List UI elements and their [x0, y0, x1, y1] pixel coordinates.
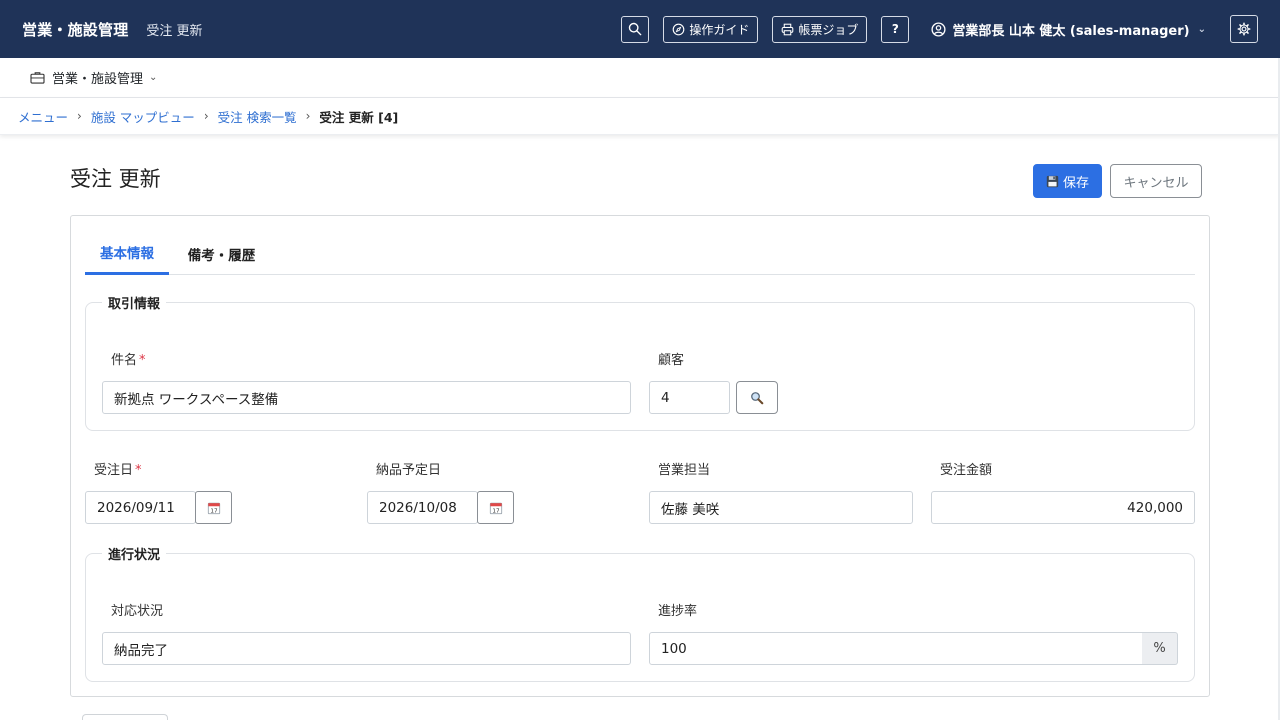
printer-icon	[782, 23, 794, 35]
customer-id-input[interactable]: 4	[649, 381, 730, 414]
progress-legend: 進行状況	[102, 544, 167, 563]
sales-rep-input[interactable]: 佐藤 美咲	[649, 491, 913, 524]
user-name: 営業部長 山本 健太 (sales-manager)	[952, 23, 1190, 39]
report-jobs-button[interactable]: 帳票ジョブ	[772, 15, 868, 43]
chevron-down-icon: ⌄	[1197, 23, 1206, 35]
order-date-label-text: 受注日	[94, 463, 134, 478]
module-nav: 営業・施設管理 ⌄	[0, 58, 1280, 98]
top-navbar: 営業・施設管理 受注 更新 操作ガイド 帳票ジョブ ? 営業部長 山本 健太 (…	[0, 0, 1280, 58]
briefcase-icon	[30, 72, 45, 84]
breadcrumb-link-facility-map[interactable]: 施設 マップビュー	[91, 107, 195, 126]
tab-bar: 基本情報 備考・履歴	[85, 232, 1195, 275]
breadcrumb-link-menu[interactable]: メニュー	[18, 107, 68, 126]
search-icon	[629, 22, 642, 36]
page-title: 受注 更新	[70, 167, 161, 191]
breadcrumb-link-order-search[interactable]: 受注 検索一覧	[218, 107, 297, 126]
customer-label: 顧客	[658, 353, 685, 368]
required-mark: *	[139, 353, 146, 368]
breadcrumb-current: 受注 更新 [4]	[319, 109, 399, 125]
amount-input[interactable]: 420,000	[931, 491, 1195, 524]
magnifier-icon	[751, 391, 764, 404]
svg-text:17: 17	[210, 508, 218, 514]
compass-icon	[672, 23, 685, 35]
floppy-disk-icon	[1046, 175, 1059, 187]
tab-basic-info[interactable]: 基本情報	[85, 232, 169, 275]
breadcrumb-separator: ›	[305, 109, 311, 123]
save-button[interactable]: 保存	[1033, 164, 1102, 198]
chevron-down-icon: ⌄	[149, 72, 158, 83]
subject-input[interactable]: 新拠点 ワークスペース整備	[102, 381, 631, 414]
delivery-date-label: 納品予定日	[376, 463, 442, 478]
gear-icon	[1237, 22, 1251, 36]
svg-text:17: 17	[492, 508, 500, 514]
bottom-button-partial[interactable]	[82, 714, 168, 720]
search-button[interactable]	[621, 15, 650, 43]
status-input[interactable]: 納品完了	[102, 632, 631, 665]
save-button-label: 保存	[1062, 175, 1089, 191]
module-menu-label: 営業・施設管理	[52, 72, 144, 87]
help-button[interactable]: ?	[881, 15, 910, 43]
status-label: 対応状況	[111, 604, 164, 619]
app-brand[interactable]: 営業・施設管理	[22, 19, 128, 40]
calendar-icon: 17	[207, 502, 220, 514]
delivery-date-input[interactable]: 2026/10/08	[367, 491, 478, 524]
required-mark: *	[135, 463, 142, 478]
breadcrumb-separator: ›	[77, 109, 82, 123]
module-menu[interactable]: 営業・施設管理 ⌄	[30, 68, 157, 87]
user-menu[interactable]: 営業部長 山本 健太 (sales-manager) ⌄	[931, 20, 1206, 39]
report-jobs-label: 帳票ジョブ	[798, 22, 859, 37]
user-circle-icon	[931, 21, 946, 37]
subject-label-text: 件名	[111, 353, 138, 368]
progress-rate-input[interactable]: 100	[649, 632, 1143, 665]
customer-search-button[interactable]	[736, 381, 778, 414]
percent-addon: %	[1142, 632, 1178, 665]
guide-button[interactable]: 操作ガイド	[663, 15, 759, 43]
progress-rate-label: 進捗率	[658, 604, 698, 619]
calendar-icon: 17	[489, 502, 502, 514]
page-subtitle: 受注 更新	[146, 23, 203, 39]
delivery-date-picker-button[interactable]: 17	[477, 491, 514, 524]
cancel-button[interactable]: キャンセル	[1110, 164, 1202, 198]
sales-rep-label: 営業担当	[658, 463, 711, 478]
breadcrumb: メニュー › 施設 マップビュー › 受注 検索一覧 › 受注 更新 [4]	[0, 98, 1280, 135]
amount-label: 受注金額	[940, 463, 993, 478]
order-date-input[interactable]: 2026/09/11	[85, 491, 196, 524]
transaction-legend: 取引情報	[102, 293, 167, 312]
breadcrumb-separator: ›	[203, 109, 209, 123]
subject-label: 件名 *	[111, 349, 146, 368]
tab-notes-history[interactable]: 備考・履歴	[175, 232, 268, 275]
navbar-actions: 操作ガイド 帳票ジョブ ? 営業部長 山本 健太 (sales-manager)…	[607, 15, 1258, 43]
settings-button[interactable]	[1230, 15, 1258, 43]
order-date-label: 受注日 *	[94, 459, 142, 478]
guide-button-label: 操作ガイド	[689, 22, 750, 37]
order-date-picker-button[interactable]: 17	[195, 491, 232, 524]
help-button-label: ?	[891, 22, 899, 36]
